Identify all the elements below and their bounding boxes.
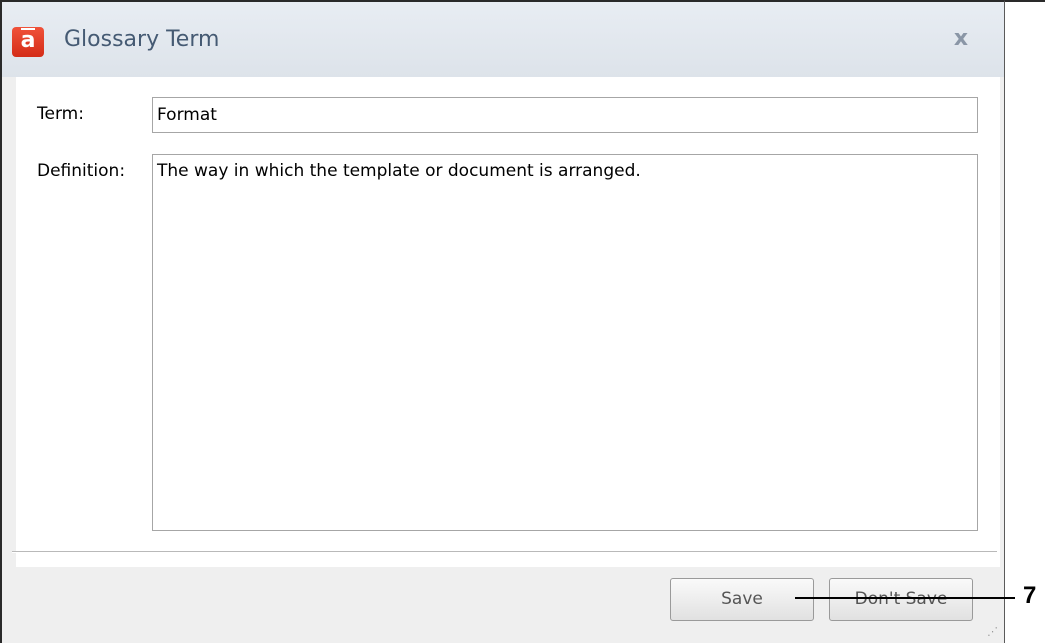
close-button[interactable]: x: [944, 24, 978, 54]
callout-line: [795, 597, 1015, 599]
dialog-title: Glossary Term: [64, 27, 220, 52]
callout-number: 7: [1023, 582, 1037, 609]
term-input[interactable]: [152, 97, 978, 133]
divider: [12, 551, 997, 553]
resize-grip-icon[interactable]: ⋰: [987, 625, 998, 638]
glossary-term-dialog: a Glossary Term x Term: Definition: The …: [0, 0, 1005, 643]
title-bar[interactable]: a Glossary Term x: [2, 2, 1004, 77]
dont-save-button[interactable]: Don't Save: [829, 578, 973, 621]
adobe-captivate-icon: a: [12, 27, 44, 57]
form-panel: Term: Definition: The way in which the t…: [16, 77, 1000, 567]
definition-label: Definition:: [37, 161, 126, 181]
term-label: Term:: [37, 104, 84, 124]
definition-textarea[interactable]: The way in which the template or documen…: [152, 154, 978, 531]
save-button[interactable]: Save: [670, 578, 814, 621]
close-icon: x: [953, 26, 969, 51]
frame-line: [1005, 0, 1045, 2]
